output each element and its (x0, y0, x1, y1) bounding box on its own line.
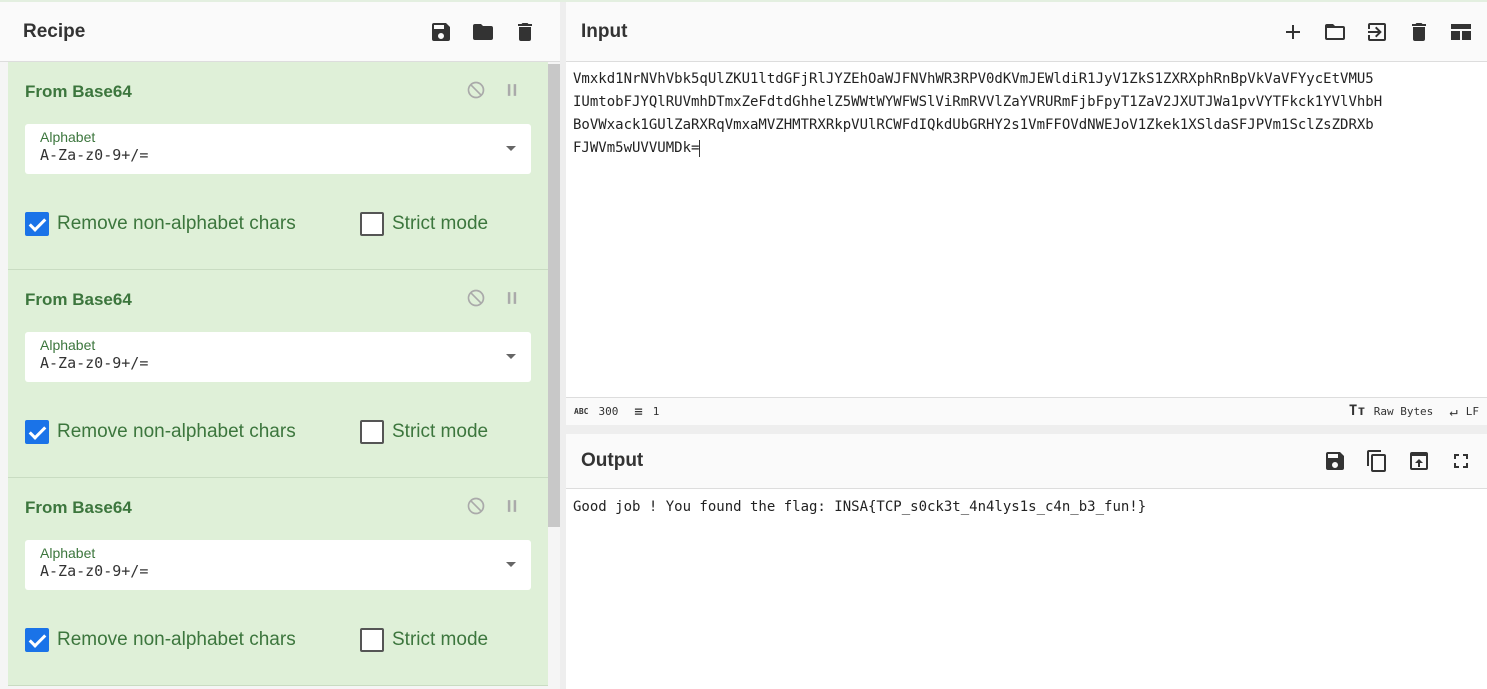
checkbox[interactable] (25, 212, 49, 236)
operation-title: From Base64 (25, 82, 132, 101)
line-count-icon: ≡ (634, 403, 643, 420)
save-icon[interactable] (1323, 449, 1347, 473)
output-text[interactable]: Good job ! You found the flag: INSA{TCP_… (566, 489, 1487, 525)
layout-icon[interactable] (1449, 20, 1473, 44)
input-line: BoVWxack1GUlZaRXRqVmxaMVZHMTRXRkpVUlRCWF… (573, 117, 1374, 133)
checkbox[interactable] (25, 628, 49, 652)
checkbox[interactable] (360, 628, 384, 652)
checkbox-label: Strict mode (392, 421, 489, 442)
pause-icon[interactable] (502, 496, 522, 516)
trash-icon[interactable] (513, 20, 537, 44)
disable-icon[interactable] (466, 80, 486, 100)
text-caret (699, 139, 701, 157)
operation-title: From Base64 (25, 290, 132, 309)
alphabet-label: Alphabet (40, 545, 96, 561)
add-icon[interactable] (1281, 20, 1305, 44)
text-format-icon[interactable]: Tᴛ (1349, 403, 1366, 420)
line-count: 1 (652, 405, 660, 418)
eol-icon[interactable]: ↵ (1449, 404, 1457, 420)
alphabet-select[interactable]: Alphabet A-Za-z0-9+/= (25, 540, 531, 590)
open-folder-icon[interactable] (1323, 20, 1347, 44)
eol-selector[interactable]: LF (1466, 405, 1479, 418)
recipe-panel: Recipe From Base64 Alphabet A-Za-z0-9+/=… (0, 2, 560, 689)
strict-mode-checkbox[interactable]: Strict mode (360, 420, 488, 444)
checkbox[interactable] (360, 212, 384, 236)
input-textarea[interactable]: Vmxkd1NrNVhVbk5qUlZKU1ltdGFjRlJYZEhOaWJF… (566, 62, 1487, 166)
input-title: Input (581, 20, 628, 42)
folder-icon[interactable] (471, 20, 495, 44)
checkbox-label: Remove non-alphabet chars (57, 421, 296, 442)
alphabet-select[interactable]: Alphabet A-Za-z0-9+/= (25, 124, 531, 174)
alphabet-label: Alphabet (40, 337, 96, 353)
save-icon[interactable] (429, 20, 453, 44)
checkbox-label: Strict mode (392, 213, 489, 234)
chevron-down-icon (506, 146, 516, 156)
checkbox[interactable] (360, 420, 384, 444)
input-line: Vmxkd1NrNVhVbk5qUlZKU1ltdGFjRlJYZEhOaWJF… (573, 71, 1374, 87)
remove-non-alphabet-checkbox[interactable]: Remove non-alphabet chars (25, 212, 296, 236)
chevron-down-icon (506, 562, 516, 572)
recipe-title: Recipe (23, 20, 86, 42)
checkbox[interactable] (25, 420, 49, 444)
pause-icon[interactable] (502, 288, 522, 308)
remove-non-alphabet-checkbox[interactable]: Remove non-alphabet chars (25, 628, 296, 652)
alphabet-value: A-Za-z0-9+/= (40, 354, 149, 372)
checkbox-label: Remove non-alphabet chars (57, 629, 296, 650)
alphabet-value: A-Za-z0-9+/= (40, 562, 149, 580)
copy-icon[interactable] (1365, 449, 1389, 473)
alphabet-value: A-Za-z0-9+/= (40, 146, 149, 164)
chevron-down-icon (506, 354, 516, 364)
import-icon[interactable] (1365, 20, 1389, 44)
io-resizer[interactable] (566, 425, 1487, 434)
disable-icon[interactable] (466, 496, 486, 516)
alphabet-select[interactable]: Alphabet A-Za-z0-9+/= (25, 332, 531, 382)
checkbox-label: Remove non-alphabet chars (57, 213, 296, 234)
disable-icon[interactable] (466, 288, 486, 308)
input-status-bar: ABC 300 ≡ 1 Tᴛ Raw Bytes ↵ LF (566, 397, 1487, 425)
remove-non-alphabet-checkbox[interactable]: Remove non-alphabet chars (25, 420, 296, 444)
input-line: IUmtobFJYQlRUVmhDTmxZeFdtdGhhelZ5WWtWYWF… (573, 94, 1383, 110)
input-line: FJWVm5wUVVUMDk= (573, 140, 700, 156)
strict-mode-checkbox[interactable]: Strict mode (360, 212, 488, 236)
char-count: 300 (598, 405, 619, 418)
alphabet-label: Alphabet (40, 129, 96, 145)
operation-from-base64[interactable]: From Base64 Alphabet A-Za-z0-9+/= Remove… (8, 478, 548, 686)
checkbox-label: Strict mode (392, 629, 489, 650)
operation-title: From Base64 (25, 498, 132, 517)
operation-from-base64[interactable]: From Base64 Alphabet A-Za-z0-9+/= Remove… (8, 62, 548, 270)
char-count-icon: ABC (574, 407, 589, 416)
strict-mode-checkbox[interactable]: Strict mode (360, 628, 488, 652)
replace-input-icon[interactable] (1407, 449, 1431, 473)
maximise-icon[interactable] (1449, 449, 1473, 473)
format-selector[interactable]: Raw Bytes (1374, 405, 1434, 418)
output-title: Output (581, 450, 644, 471)
recipe-scrollbar[interactable] (548, 64, 560, 527)
operation-from-base64[interactable]: From Base64 Alphabet A-Za-z0-9+/= Remove… (8, 270, 548, 478)
pause-icon[interactable] (502, 80, 522, 100)
trash-icon[interactable] (1407, 20, 1431, 44)
